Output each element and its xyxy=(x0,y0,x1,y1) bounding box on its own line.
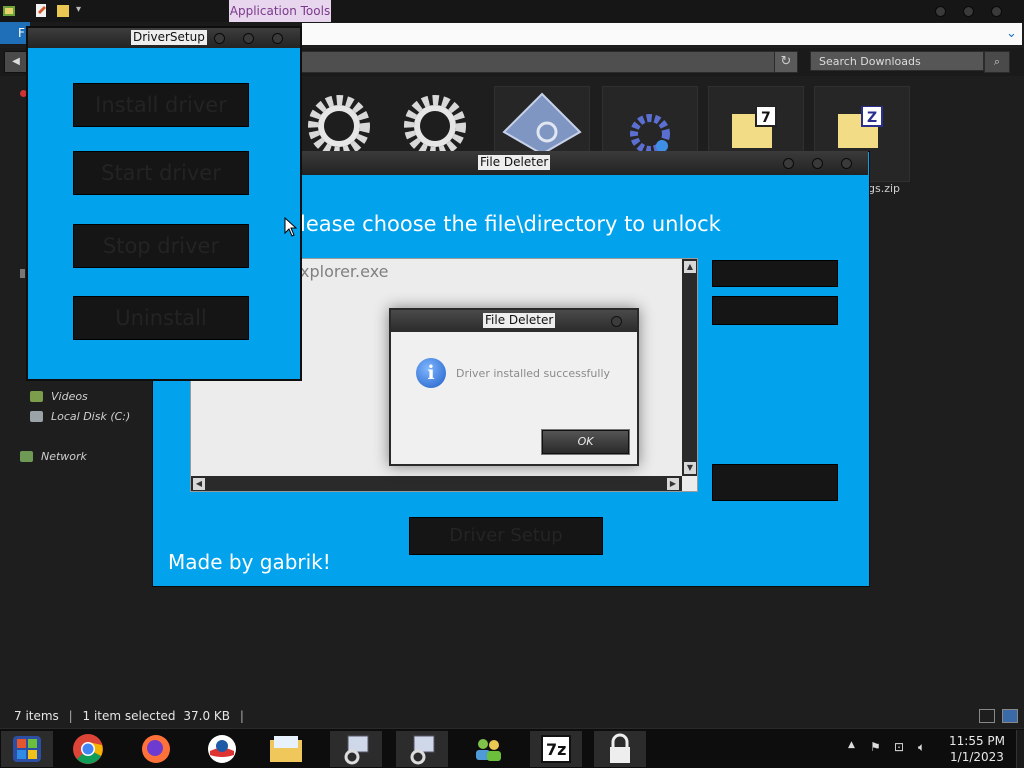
folder-icon xyxy=(270,736,302,762)
7zip-icon: 7z xyxy=(541,735,571,763)
installer-package-icon xyxy=(502,92,582,154)
search-icon[interactable]: ⌕ xyxy=(984,51,1010,73)
system-clock[interactable]: 11:55 PM 1/1/2023 xyxy=(942,733,1012,765)
users-icon xyxy=(476,739,501,761)
taskbar-file-explorer-button[interactable] xyxy=(260,731,312,767)
firefox-icon xyxy=(142,735,170,763)
scroll-left-icon[interactable]: ◀ xyxy=(193,478,205,490)
lock-icon xyxy=(610,733,630,763)
maximize-button[interactable] xyxy=(812,158,823,169)
maximize-button[interactable] xyxy=(963,6,974,17)
large-icons-view-icon[interactable] xyxy=(1002,709,1018,723)
zip-archive-file-icon: Z xyxy=(838,106,883,148)
unlock-prompt: lease choose the file\directory to unloc… xyxy=(300,212,721,236)
taskbar-users-button[interactable] xyxy=(462,731,514,767)
clock-date: 1/1/2023 xyxy=(950,750,1004,764)
videos-library-icon xyxy=(30,391,43,402)
setup-gear-file-icon[interactable] xyxy=(400,88,470,158)
info-icon: i xyxy=(416,358,446,388)
taskbar-7zip-button[interactable]: 7z xyxy=(530,731,582,767)
expand-ribbon-chevron-icon[interactable]: ⌄ xyxy=(1006,26,1017,41)
new-folder-icon[interactable] xyxy=(56,3,70,18)
chrome-icon xyxy=(73,734,103,764)
action-button[interactable] xyxy=(712,260,838,287)
clock-time: 11:55 PM xyxy=(949,734,1005,748)
properties-icon[interactable] xyxy=(34,3,48,18)
window-title: DriverSetup xyxy=(131,30,207,45)
7z-archive-file-icon: 7 xyxy=(732,106,777,148)
scroll-right-icon[interactable]: ▶ xyxy=(667,478,679,490)
taskbar-driversetup-button[interactable] xyxy=(330,731,382,767)
scroll-up-icon[interactable]: ▲ xyxy=(684,261,696,273)
application-tools-tab[interactable]: Application Tools xyxy=(229,0,331,22)
network-status-icon[interactable]: ⊡ xyxy=(894,740,904,754)
taskbar-filedeleter-button[interactable] xyxy=(396,731,448,767)
close-button[interactable] xyxy=(841,158,852,169)
dialog-title: File Deleter xyxy=(483,313,556,328)
action-button[interactable] xyxy=(712,464,838,501)
dialog-message: Driver installed successfully xyxy=(456,367,611,380)
show-hidden-icons-icon[interactable]: ▲ xyxy=(848,740,855,750)
uninstall-button[interactable]: Uninstall xyxy=(73,296,249,340)
start-driver-button[interactable]: Start driver xyxy=(73,151,249,195)
explorer-app-icon xyxy=(3,6,15,16)
svg-text:7z: 7z xyxy=(546,740,566,759)
file-name-label: gs.zip xyxy=(868,182,901,195)
libraries-icon xyxy=(20,269,25,278)
local-disk-icon xyxy=(30,411,43,422)
taskbar-chrome-button[interactable] xyxy=(62,731,114,767)
start-orb-icon xyxy=(13,736,41,762)
scroll-down-icon[interactable]: ▼ xyxy=(684,462,696,474)
action-button[interactable] xyxy=(712,296,838,325)
taskbar-explorer-button[interactable] xyxy=(1,731,53,767)
driver-setup-button[interactable]: Driver Setup xyxy=(409,517,603,555)
mouse-cursor-icon xyxy=(284,217,298,237)
minimize-button[interactable] xyxy=(783,158,794,169)
close-button[interactable] xyxy=(991,6,1002,17)
setup-gear-file-icon[interactable] xyxy=(304,88,374,158)
item-count: 7 items xyxy=(14,709,59,723)
selection-size: 37.0 KB xyxy=(183,709,231,723)
quick-access-toolbar xyxy=(0,0,1024,22)
ribbon-area xyxy=(302,23,1022,45)
ok-button[interactable]: OK xyxy=(541,429,630,455)
horizontal-scrollbar[interactable]: ◀ ▶ xyxy=(191,476,682,491)
back-button[interactable]: ◀ xyxy=(4,51,28,73)
show-desktop-button[interactable] xyxy=(1016,730,1024,768)
selection-count: 1 item selected xyxy=(82,709,176,723)
volume-icon[interactable]: 🔈︎ xyxy=(918,740,925,755)
install-driver-button[interactable]: Install driver xyxy=(73,83,249,127)
nav-item-label: Videos xyxy=(51,390,88,403)
dialog-close-button[interactable] xyxy=(611,316,622,327)
refresh-button[interactable]: ↻ xyxy=(774,51,798,73)
taskbar-firefox-button[interactable] xyxy=(130,731,182,767)
maximize-button[interactable] xyxy=(243,33,254,44)
svg-text:7: 7 xyxy=(761,110,771,126)
network-icon xyxy=(20,451,33,462)
credit-text: Made by gabrik! xyxy=(168,550,331,574)
settings-gear-file-icon xyxy=(630,114,670,154)
minimize-button[interactable] xyxy=(214,33,225,44)
setup-app-icon xyxy=(410,735,435,765)
close-button[interactable] xyxy=(272,33,283,44)
taskbar-obama-logo-button[interactable] xyxy=(196,731,248,767)
window-title: File Deleter xyxy=(478,155,551,170)
setup-app-icon xyxy=(344,735,369,765)
stop-driver-button[interactable]: Stop driver xyxy=(73,224,249,268)
nav-item-label: Local Disk (C:) xyxy=(51,410,131,423)
customize-toolbar-chevron-icon[interactable]: ▾ xyxy=(76,4,81,15)
campaign-logo-icon xyxy=(208,735,236,763)
list-item[interactable]: xplorer.exe xyxy=(300,262,389,281)
taskbar-lock-button[interactable] xyxy=(594,731,646,767)
status-bar: 7 items | 1 item selected 37.0 KB | xyxy=(14,709,244,723)
action-center-flag-icon[interactable]: ⚑ xyxy=(870,740,881,754)
details-view-icon[interactable] xyxy=(979,709,995,723)
minimize-button[interactable] xyxy=(935,6,946,17)
address-bar[interactable] xyxy=(300,51,776,73)
search-input[interactable]: Search Downloads xyxy=(810,51,984,71)
vertical-scrollbar[interactable]: ▲ ▼ xyxy=(682,259,697,476)
nav-item-label: Network xyxy=(41,450,87,463)
svg-text:Z: Z xyxy=(867,110,877,126)
